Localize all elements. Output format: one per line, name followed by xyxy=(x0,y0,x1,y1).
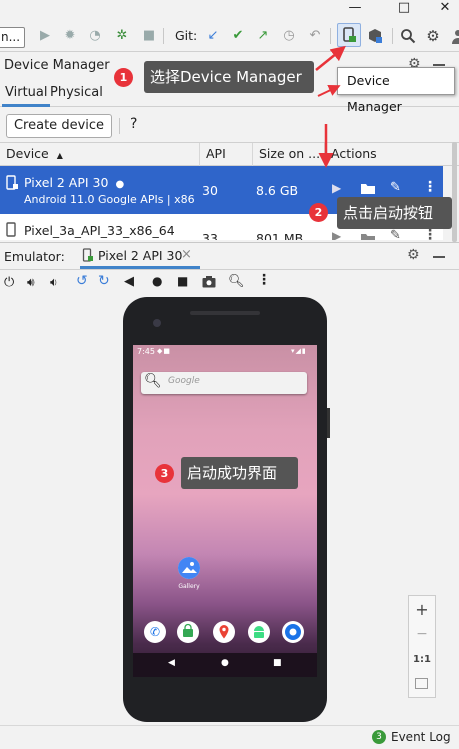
arrow-to-device-manager xyxy=(315,45,346,71)
annotation-arrows xyxy=(315,45,346,168)
arrow-to-tooltip xyxy=(317,85,341,97)
ide-window: — □ ✕ n... ▶ ✹ ◔ ✲ ■ Git: ↙ ✔ ↗ ◷ ↶ ⚙ De… xyxy=(0,0,459,749)
